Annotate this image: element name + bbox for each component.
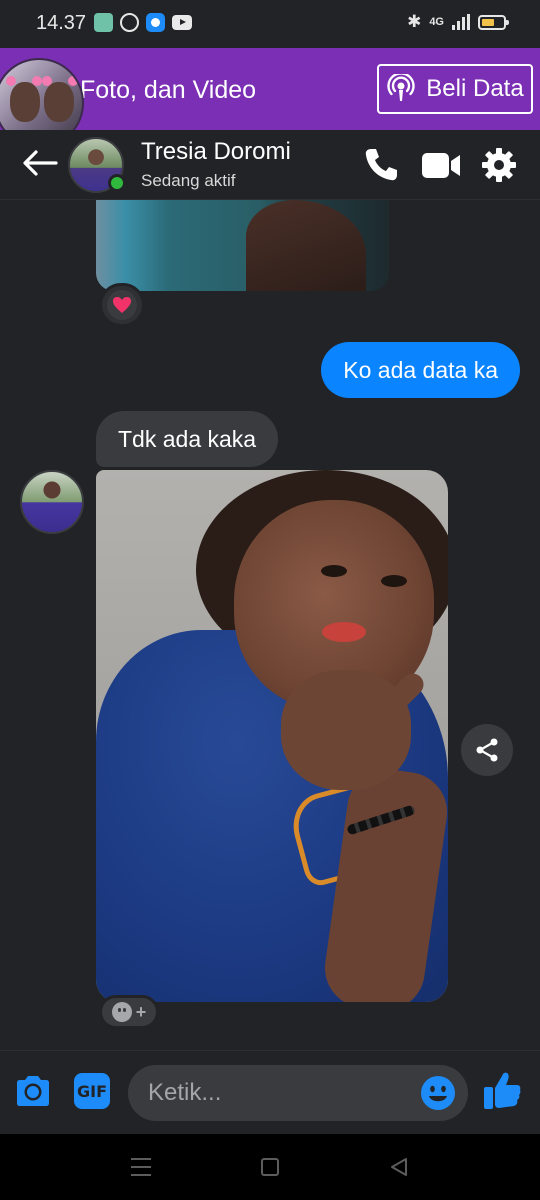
recent-apps-button[interactable] [131, 1158, 151, 1176]
browser-icon [146, 13, 165, 32]
add-reaction-button[interactable]: + [99, 995, 159, 1029]
thumbs-up-icon[interactable] [482, 1069, 522, 1111]
photo-content [322, 622, 366, 642]
chat-head-ear [42, 76, 52, 86]
beli-data-label: Beli Data [426, 75, 524, 102]
share-button[interactable] [461, 724, 513, 776]
status-right: ✱ 4G [407, 12, 509, 32]
photo-message[interactable] [96, 470, 448, 1002]
chat-header: Tresia Doromi Sedang aktif [0, 130, 540, 200]
chat-head-ear [6, 76, 16, 86]
chat-head-face [10, 82, 40, 122]
bluetooth-icon: ✱ [407, 12, 422, 31]
plus-icon: + [135, 1002, 147, 1022]
gif-icon[interactable]: GIF [74, 1073, 110, 1109]
back-arrow-icon[interactable] [20, 146, 60, 180]
share-icon [476, 738, 498, 762]
chat-head-ear [68, 76, 78, 86]
status-bar: 14.37 ✱ 4G [0, 0, 540, 48]
gear-icon[interactable] [480, 146, 518, 184]
incoming-message[interactable]: Tdk ada kaka [96, 411, 279, 467]
contact-name[interactable]: Tresia Doromi [141, 138, 291, 166]
beli-data-button[interactable]: Beli Data [377, 64, 533, 114]
system-nav-bar [0, 1134, 540, 1200]
status-time: 14.37 [36, 12, 87, 34]
photo-content [381, 575, 407, 587]
heart-reaction[interactable] [99, 283, 145, 327]
photo-message[interactable] [96, 200, 389, 291]
banner-text: Foto, dan Video [80, 76, 257, 104]
app-green-icon [94, 13, 113, 32]
camera-icon[interactable] [13, 1071, 53, 1111]
photo-content [321, 565, 347, 577]
network-type: 4G [429, 16, 444, 28]
podcast-icon [387, 74, 415, 101]
message-input[interactable]: Ketik... [128, 1065, 468, 1121]
message-composer: GIF Ketik... [0, 1050, 540, 1134]
battery-icon [478, 14, 509, 30]
youtube-icon [172, 15, 192, 30]
chat-head-face [44, 82, 74, 122]
message-input-placeholder: Ketik... [148, 1079, 222, 1106]
contact-status: Sedang aktif [141, 171, 236, 190]
phone-icon[interactable] [362, 146, 400, 184]
home-button[interactable] [261, 1158, 279, 1176]
sender-avatar[interactable] [20, 470, 84, 534]
outgoing-message[interactable]: Ko ada data ka [321, 342, 520, 398]
chat-head-ear [32, 76, 42, 86]
signal-icon [452, 14, 470, 30]
emoji-icon[interactable] [420, 1075, 456, 1111]
photo-content [246, 200, 366, 291]
nav-back-icon[interactable] [388, 1156, 410, 1178]
online-indicator [108, 174, 126, 192]
video-camera-icon[interactable] [420, 146, 462, 184]
sync-icon [120, 13, 139, 32]
smiley-icon [111, 1002, 132, 1022]
heart-icon [107, 290, 137, 320]
